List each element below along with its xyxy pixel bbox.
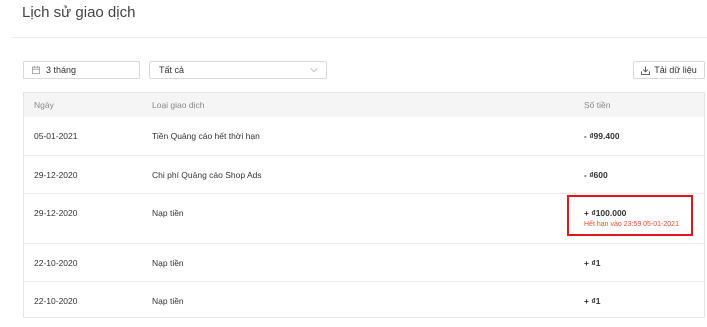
- row-type: Nạp tiền: [152, 208, 184, 218]
- row-type: Chi phí Quảng cáo Shop Ads: [152, 170, 262, 180]
- highlight-box: [567, 195, 693, 236]
- page-title: Lịch sử giao dịch: [22, 4, 136, 21]
- download-data-button[interactable]: Tải dữ liệu: [633, 61, 705, 79]
- row-date: 29-12-2020: [34, 208, 78, 218]
- date-range-select[interactable]: 3 tháng: [23, 61, 140, 79]
- row-amount: - ₫99.400: [584, 131, 620, 141]
- row-date: 22-10-2020: [34, 258, 78, 268]
- row-date: 05-01-2021: [34, 131, 78, 141]
- date-range-value: 3 tháng: [46, 65, 77, 75]
- table-row: 29-12-2020 Chi phí Quảng cáo Shop Ads - …: [24, 155, 704, 194]
- row-date: 22-10-2020: [34, 296, 78, 306]
- row-type: Tiền Quảng cáo hết thời hạn: [152, 131, 260, 141]
- calendar-icon: [32, 66, 40, 74]
- row-amount: - ₫600: [584, 170, 608, 180]
- table-row: 22-10-2020 Nạp tiền + ₫1: [24, 281, 704, 318]
- transaction-type-select[interactable]: Tất cả: [149, 61, 327, 79]
- column-header-type: Loại giao dịch: [152, 100, 205, 110]
- table-row: 05-01-2021 Tiền Quảng cáo hết thời hạn -…: [24, 117, 704, 155]
- row-type: Nạp tiền: [152, 296, 184, 306]
- transaction-type-value: Tất cả: [159, 65, 185, 75]
- download-label: Tải dữ liệu: [654, 65, 697, 75]
- download-icon: [641, 65, 651, 75]
- table-header: Ngày Loại giao dịch Số tiền: [24, 93, 704, 117]
- column-header-date: Ngày: [34, 100, 54, 110]
- row-date: 29-12-2020: [34, 170, 78, 180]
- row-type: Nạp tiền: [152, 258, 184, 268]
- row-amount: + ₫1: [584, 296, 601, 306]
- column-header-amount: Số tiền: [584, 100, 611, 110]
- table-row: 22-10-2020 Nạp tiền + ₫1: [24, 243, 704, 282]
- header-divider: [11, 37, 707, 38]
- chevron-down-icon: [310, 68, 318, 73]
- row-amount: + ₫1: [584, 258, 601, 268]
